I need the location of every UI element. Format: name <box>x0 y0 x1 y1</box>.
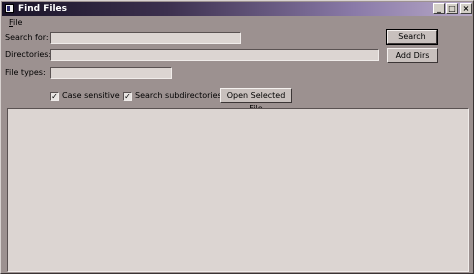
menu-file-label: ile <box>13 18 23 27</box>
case-sensitive-label[interactable]: Case sensitive <box>62 91 120 101</box>
results-list[interactable] <box>7 108 469 272</box>
search-subdirectories-label[interactable]: Search subdirectories <box>135 91 222 101</box>
case-sensitive-checkbox[interactable]: ✓ <box>50 92 59 101</box>
directories-label: Directories: <box>5 50 52 59</box>
search-for-label: Search for: <box>5 33 49 42</box>
close-button[interactable]: × <box>460 3 472 14</box>
search-button[interactable]: Search <box>386 29 438 45</box>
window-title: Find Files <box>18 4 67 14</box>
search-for-input[interactable] <box>50 32 241 44</box>
find-files-window: Find Files _ □ × File Search for: Direct… <box>0 0 474 274</box>
minimize-button[interactable]: _ <box>433 3 445 14</box>
search-subdirectories-checkbox[interactable]: ✓ <box>123 92 132 101</box>
add-dirs-button[interactable]: Add Dirs <box>387 48 438 63</box>
maximize-button[interactable]: □ <box>446 3 458 14</box>
file-types-input[interactable] <box>50 67 172 79</box>
file-types-label: File types: <box>5 68 46 77</box>
menu-file[interactable]: File <box>5 18 26 27</box>
menu-bar: File <box>5 17 26 28</box>
directories-input[interactable] <box>50 49 379 61</box>
title-bar[interactable]: Find Files _ □ × <box>2 2 472 16</box>
open-selected-file-button[interactable]: Open Selected File <box>220 88 292 113</box>
app-icon[interactable] <box>5 4 14 13</box>
